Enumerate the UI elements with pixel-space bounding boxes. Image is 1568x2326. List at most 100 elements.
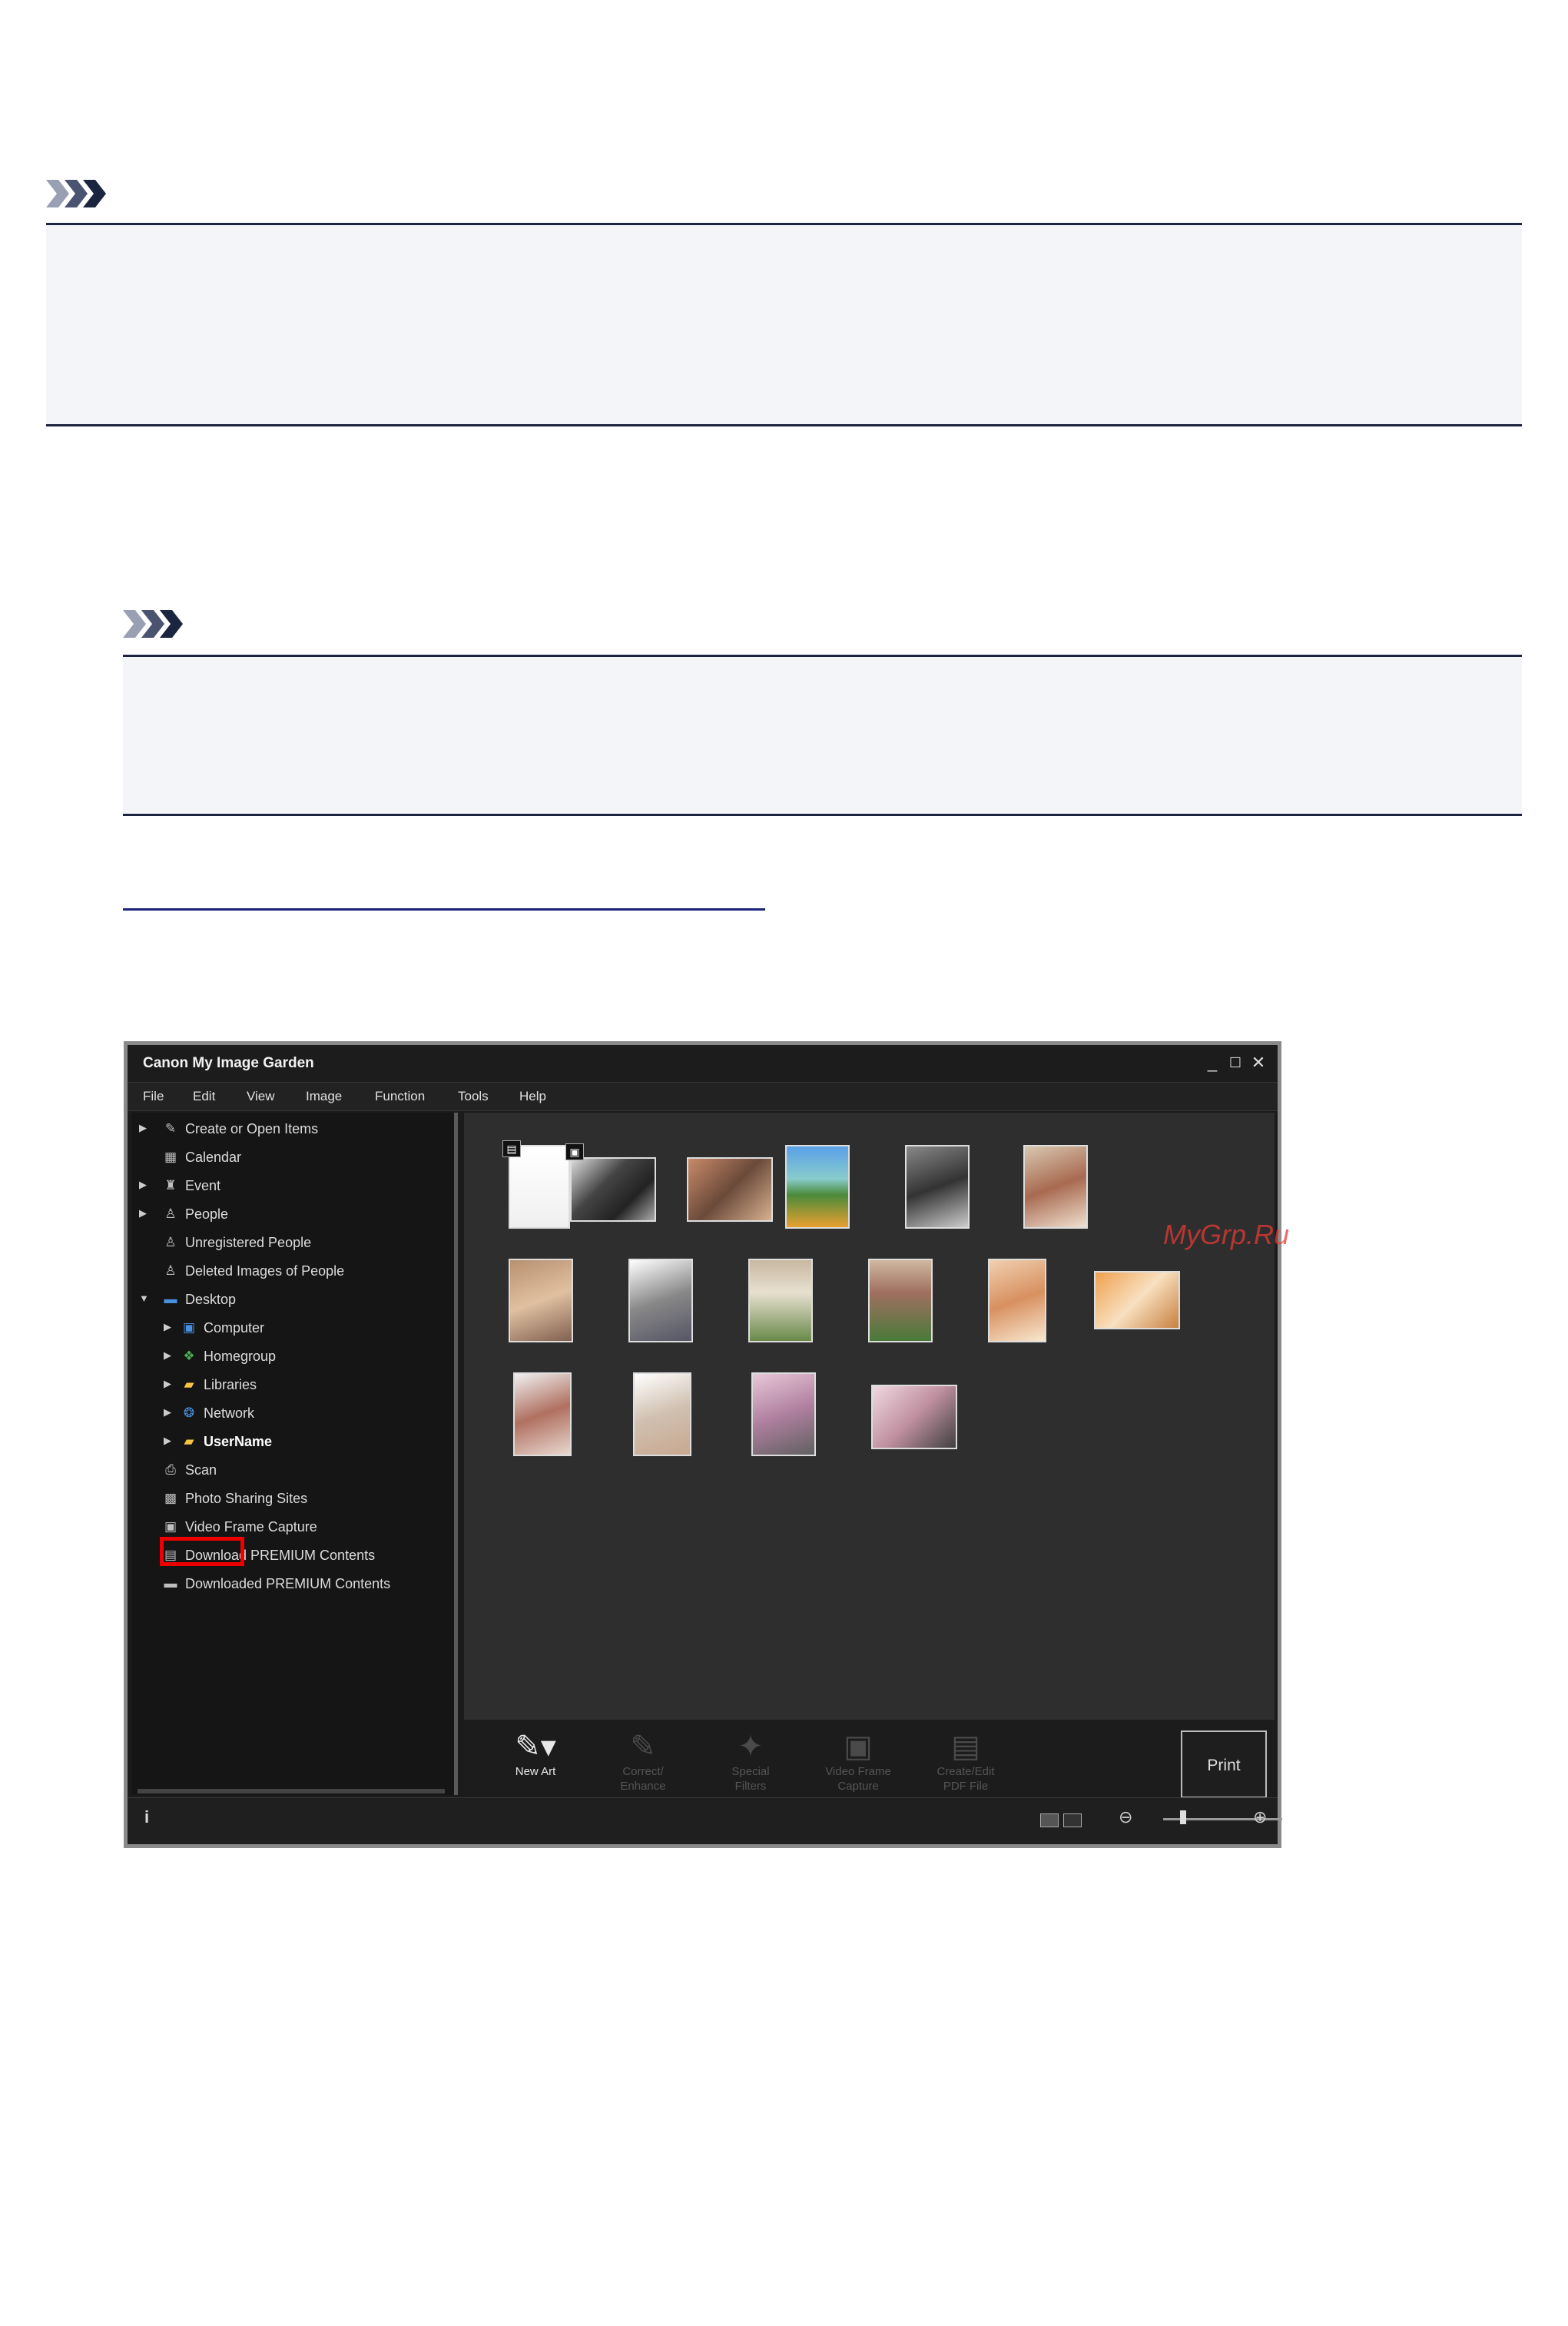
thumbnail-view-icon[interactable] <box>1040 1813 1059 1827</box>
scan-icon: ⎙ <box>165 1462 176 1477</box>
create-icon: ✎ <box>164 1121 177 1136</box>
window-title: Canon My Image Garden <box>143 1055 314 1071</box>
note-icon <box>123 610 183 638</box>
menu-tools[interactable]: Tools <box>458 1089 489 1104</box>
special-filters-button[interactable]: ✦ Special Filters <box>708 1729 793 1793</box>
special-filters-icon: ✦ <box>738 1730 764 1764</box>
sidebar-item-scan[interactable]: ⎙ Scan <box>139 1460 446 1483</box>
sidebar-item-network[interactable]: ▶ ❂ Network <box>164 1403 448 1426</box>
thumbnail-photo[interactable] <box>753 1374 814 1455</box>
user-folder-icon: ▰ <box>184 1434 194 1448</box>
video-badge-icon: ▣ <box>565 1143 584 1160</box>
note-box-1 <box>46 223 1522 426</box>
thumbnail-photo[interactable] <box>1025 1146 1086 1227</box>
network-icon: ❂ <box>183 1405 195 1420</box>
menu-function[interactable]: Function <box>375 1089 425 1104</box>
expand-arrow-icon[interactable]: ▶ <box>139 1122 147 1134</box>
homegroup-icon: ❖ <box>183 1349 195 1363</box>
scan-highlight-box <box>160 1537 244 1566</box>
calendar-icon: ▦ <box>164 1150 177 1164</box>
thumbnail-photo[interactable] <box>787 1146 848 1227</box>
thumbnail-photo[interactable] <box>873 1386 956 1448</box>
downloaded-premium-icon: ▬ <box>164 1576 177 1591</box>
thumbnail-photo[interactable] <box>870 1260 931 1341</box>
sidebar-item-desktop[interactable]: ▼ ▬ Desktop <box>139 1289 446 1312</box>
correct-enhance-button[interactable]: ✎ Correct/ Enhance <box>601 1729 685 1793</box>
info-icon[interactable]: i <box>144 1807 149 1827</box>
sidebar-item-libraries[interactable]: ▶ ▰ Libraries <box>164 1375 448 1398</box>
thumbnail-photo[interactable] <box>515 1374 570 1455</box>
video-frame-capture-button[interactable]: ▣ Video Frame Capture <box>816 1729 900 1793</box>
watermark: MyGrp.Ru <box>1163 1219 1290 1250</box>
sidebar-item-computer[interactable]: ▶ ▣ Computer <box>164 1318 448 1341</box>
note-icon <box>46 180 106 207</box>
people-icon: ♙ <box>164 1206 177 1221</box>
expand-arrow-icon[interactable]: ▶ <box>139 1207 147 1219</box>
title-bar: Canon My Image Garden _ ☐ ✕ <box>128 1045 1278 1082</box>
expand-arrow-icon[interactable]: ▶ <box>139 1179 147 1191</box>
document-badge-icon: ▤ <box>502 1140 521 1157</box>
page-link[interactable] <box>123 878 765 911</box>
thumbnail-area: ▤ ▣ MyGrp.Ru <box>464 1113 1289 1720</box>
expand-arrow-icon[interactable]: ▶ <box>164 1349 171 1362</box>
zoom-in-icon[interactable]: ⊕ <box>1253 1807 1267 1827</box>
thumbnail-photo[interactable] <box>907 1146 968 1227</box>
new-art-icon: ✎▾ <box>515 1730 556 1764</box>
thumbnail-photo[interactable] <box>688 1159 771 1220</box>
menu-edit[interactable]: Edit <box>193 1089 215 1104</box>
maximize-button[interactable]: ☐ <box>1225 1053 1245 1073</box>
unregistered-people-icon: ♙ <box>164 1235 177 1249</box>
video-frame-icon: ▣ <box>164 1519 177 1534</box>
sidebar-item-create-or-open-items[interactable]: ▶ ✎ Create or Open Items <box>139 1119 446 1142</box>
zoom-slider-handle[interactable] <box>1180 1810 1186 1824</box>
print-button[interactable]: Print <box>1181 1730 1267 1798</box>
minimize-button[interactable]: _ <box>1202 1053 1222 1073</box>
close-button[interactable]: ✕ <box>1248 1053 1268 1073</box>
thumbnail-photo[interactable] <box>750 1260 811 1341</box>
menu-view[interactable]: View <box>247 1089 275 1104</box>
bottom-toolbar: ✎▾ New Art ✎ Correct/ Enhance ✦ Special … <box>464 1721 1275 1798</box>
menu-help[interactable]: Help <box>519 1089 546 1104</box>
zoom-out-icon[interactable]: ⊖ <box>1119 1807 1132 1827</box>
video-frame-capture-icon: ▣ <box>844 1730 873 1764</box>
thumbnail-photo[interactable] <box>635 1374 690 1455</box>
desktop-icon: ▬ <box>164 1292 177 1306</box>
sidebar-item-downloaded-premium-contents[interactable]: ▬ Downloaded PREMIUM Contents <box>139 1574 446 1597</box>
correct-enhance-icon: ✎ <box>630 1730 656 1764</box>
expand-arrow-icon[interactable]: ▶ <box>164 1378 171 1390</box>
libraries-icon: ▰ <box>184 1377 194 1392</box>
expand-arrow-icon[interactable]: ▶ <box>164 1435 171 1447</box>
pdf-file-icon: ▤ <box>951 1730 980 1764</box>
sidebar-item-deleted-images-of-people[interactable]: ♙ Deleted Images of People <box>139 1261 446 1284</box>
sidebar-item-unregistered-people[interactable]: ♙ Unregistered People <box>139 1233 446 1256</box>
expand-arrow-icon[interactable]: ▶ <box>164 1321 171 1333</box>
sidebar: ▶ ✎ Create or Open Items ▦ Calendar ▶ ♜ … <box>131 1113 458 1795</box>
app-window: Canon My Image Garden _ ☐ ✕ File Edit Vi… <box>124 1041 1289 1848</box>
menu-file[interactable]: File <box>143 1089 164 1104</box>
sidebar-scrollbar[interactable] <box>138 1789 445 1793</box>
status-bar: i ⊖ ⊕ <box>128 1797 1282 1844</box>
sidebar-item-photo-sharing-sites[interactable]: ▩ Photo Sharing Sites <box>139 1488 446 1511</box>
thumbnail-document[interactable] <box>510 1146 569 1227</box>
menu-image[interactable]: Image <box>306 1089 342 1104</box>
thumbnail-photo[interactable] <box>990 1260 1045 1341</box>
deleted-people-icon: ♙ <box>164 1263 177 1278</box>
create-edit-pdf-button[interactable]: ▤ Create/Edit PDF File <box>923 1729 1008 1793</box>
photo-sharing-icon: ▩ <box>164 1491 177 1505</box>
expand-arrow-icon[interactable]: ▶ <box>164 1406 171 1418</box>
thumbnail-photo[interactable] <box>510 1260 572 1341</box>
sidebar-item-username[interactable]: ▶ ▰ UserName <box>164 1432 448 1455</box>
sidebar-item-homegroup[interactable]: ▶ ❖ Homegroup <box>164 1346 448 1369</box>
sidebar-item-people[interactable]: ▶ ♙ People <box>139 1204 446 1227</box>
menu-bar: File Edit View Image Function Tools Help <box>128 1082 1278 1111</box>
new-art-button[interactable]: ✎▾ New Art <box>493 1729 578 1779</box>
event-icon: ♜ <box>164 1178 177 1193</box>
sidebar-item-event[interactable]: ▶ ♜ Event <box>139 1176 446 1199</box>
thumbnail-photo[interactable] <box>630 1260 691 1341</box>
collapse-arrow-icon[interactable]: ▼ <box>139 1292 149 1304</box>
sidebar-item-calendar[interactable]: ▦ Calendar <box>139 1147 446 1170</box>
thumbnail-photo[interactable] <box>572 1159 655 1220</box>
thumbnail-photo[interactable] <box>1096 1272 1178 1328</box>
details-view-icon[interactable] <box>1063 1813 1082 1827</box>
note-box-2 <box>123 655 1522 816</box>
